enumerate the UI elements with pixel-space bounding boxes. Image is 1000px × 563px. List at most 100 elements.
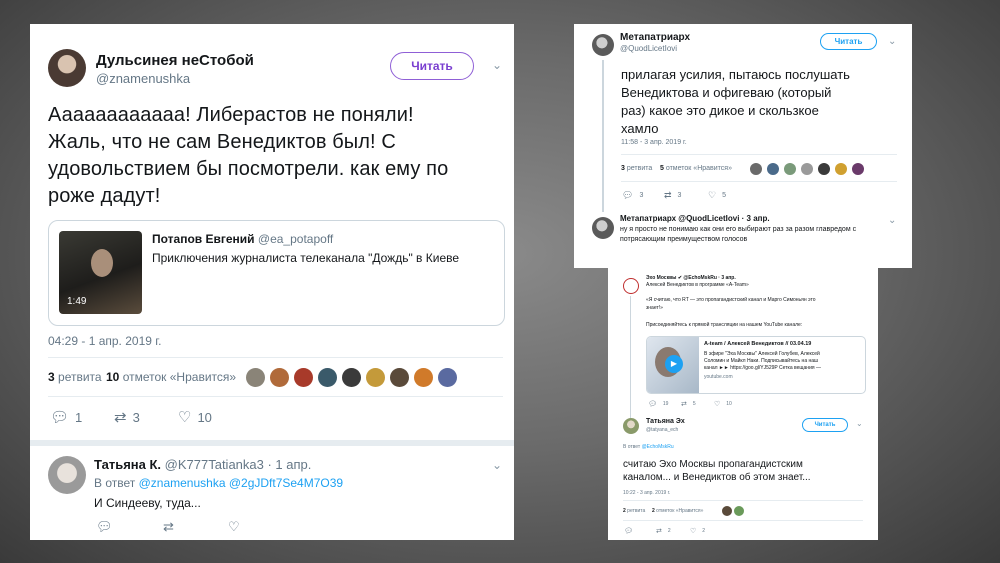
- author-handle[interactable]: @znamenushka: [96, 71, 190, 86]
- card-title: A-team / Алексей Венедиктов // 03.04.19: [704, 341, 812, 347]
- chevron-down-icon[interactable]: ⌄: [856, 419, 863, 428]
- author-avatar[interactable]: [623, 418, 639, 434]
- quoted-tweet[interactable]: 1:49 Потапов Евгений @ea_potapoff Приклю…: [48, 220, 505, 326]
- retweet-icon: ⇄: [114, 409, 127, 426]
- retweet-label: ретвита: [58, 370, 102, 384]
- tweet-text-line: Жаль, что не сам Венедиктов был! С: [48, 131, 396, 153]
- retweet-count: 3: [621, 165, 625, 172]
- tweet-timestamp[interactable]: 11:58 - 3 апр. 2019 г.: [621, 139, 687, 146]
- like-stats[interactable]: 2 отметок «Нравится»: [652, 508, 703, 514]
- follow-button[interactable]: Читать: [390, 52, 474, 80]
- reply-author-avatar[interactable]: [592, 217, 614, 239]
- retweet-stats[interactable]: 2 ретвита: [623, 508, 645, 514]
- tweet-timestamp[interactable]: 10:22 - 3 апр. 2019 г.: [623, 490, 670, 496]
- in-reply-to-link[interactable]: @znamenushka @2gJDft7Se4M7O39: [139, 476, 343, 490]
- like-label: отметок «Нравится»: [122, 370, 237, 384]
- like-button[interactable]: ♡ 2: [690, 527, 705, 535]
- retweet-button[interactable]: ⇄ 3: [664, 190, 681, 201]
- in-reply-prefix: В ответ: [94, 476, 136, 490]
- original-retweet-button[interactable]: ⇄ 5: [681, 400, 696, 408]
- play-icon[interactable]: ▶: [665, 355, 683, 373]
- original-like-button[interactable]: ♡ 10: [714, 400, 732, 408]
- video-thumbnail[interactable]: ▶: [647, 337, 699, 393]
- reply-button[interactable]: 💬︎ 3: [622, 190, 643, 201]
- like-action-count: 5: [722, 192, 726, 199]
- original-tweet-header[interactable]: Эхо Москвы ✔ @EchoMskRu · 3 апр.: [646, 275, 736, 281]
- like-stats[interactable]: 10 отметок «Нравится»: [106, 370, 236, 384]
- follow-button[interactable]: Читать: [820, 33, 877, 50]
- retweet-count: 3: [48, 370, 55, 384]
- like-count: 10: [106, 370, 120, 384]
- reply-count: 1: [75, 409, 83, 425]
- video-thumbnail[interactable]: 1:49: [59, 231, 142, 314]
- tweet-timestamp[interactable]: 04:29 - 1 апр. 2019 г.: [48, 334, 162, 348]
- heart-icon: ♡: [178, 409, 192, 426]
- retweet-icon: ⇄: [681, 401, 687, 408]
- chevron-down-icon[interactable]: ⌄: [888, 36, 896, 47]
- retweet-stats[interactable]: 3 ретвита: [621, 165, 652, 172]
- reply-author-name[interactable]: Татьяна К.: [94, 457, 161, 472]
- thread-line: [630, 296, 631, 418]
- tweet-text-line: раз) какое это дикое и скользкое: [621, 103, 819, 118]
- like-action-count: 10: [197, 409, 212, 425]
- liker-avatars[interactable]: [750, 163, 869, 175]
- retweet-action-count: 3: [132, 409, 140, 425]
- retweet-label: ретвита: [627, 508, 646, 514]
- quote-author-name: Потапов Евгений: [152, 232, 255, 246]
- tweet-text-line: считаю Эхо Москвы пропагандистским: [623, 459, 803, 470]
- author-avatar[interactable]: [48, 49, 86, 87]
- in-reply-prefix: В ответ: [623, 444, 641, 450]
- reply-text-line: ну я просто не понимаю как они его выбир…: [620, 226, 857, 233]
- reply-author-handle[interactable]: @K777Tatianka3 · 1 апр.: [165, 457, 312, 472]
- like-action-count: 2: [702, 528, 706, 534]
- author-name[interactable]: Татьяна Эх: [646, 418, 685, 425]
- reply-action-heart-icon[interactable]: ♡: [228, 519, 240, 535]
- right-bottom-tweet-card: Эхо Москвы ✔ @EchoMskRu · 3 апр. Алексей…: [608, 268, 878, 540]
- heart-icon: ♡: [708, 190, 717, 200]
- like-button[interactable]: ♡ 10: [178, 408, 212, 426]
- echo-logo-avatar[interactable]: [623, 278, 639, 294]
- reply-header[interactable]: Метапатриарх @QuodLicetIovi · 3 апр.: [620, 214, 770, 223]
- retweet-button[interactable]: ⇄ 2: [656, 527, 671, 535]
- retweet-icon: ⇄: [656, 528, 662, 535]
- author-name[interactable]: Метапатриарх: [620, 32, 690, 43]
- liker-avatars[interactable]: [246, 368, 462, 387]
- retweet-count: 2: [623, 508, 626, 514]
- youtube-link-card[interactable]: ▶ A-team / Алексей Венедиктов // 03.04.1…: [646, 336, 866, 394]
- original-tweet-quote: знает!»: [646, 305, 663, 311]
- original-tweet-line: Присоединяйтесь к прямой трансляции на н…: [646, 322, 803, 328]
- heart-icon: ♡: [690, 528, 697, 535]
- like-stats[interactable]: 5 отметок «Нравится»: [660, 165, 732, 172]
- reply-text-line: потрясающим преимуществом голосов: [620, 236, 748, 243]
- original-reply-button[interactable]: 💬︎ 19: [648, 400, 668, 408]
- original-tweet-line: Алексей Венедиктов в программе «А-Team»: [646, 282, 749, 288]
- retweet-action-count: 3: [677, 192, 682, 199]
- tweet-text-line: Венедиктова и офигеваю (который: [621, 85, 832, 100]
- author-avatar[interactable]: [592, 34, 614, 56]
- retweet-button[interactable]: ⇄ 3: [114, 408, 140, 426]
- chevron-down-icon[interactable]: ⌄: [492, 58, 502, 72]
- reply-button[interactable]: 💬︎ 1: [50, 408, 82, 426]
- retweet-stats[interactable]: 3 ретвита: [48, 370, 102, 384]
- reply-icon[interactable]: 💬︎: [624, 527, 633, 535]
- chevron-down-icon[interactable]: ⌄: [888, 215, 896, 226]
- author-name[interactable]: Дульсинея неСтобой: [96, 52, 254, 69]
- reply-action-retweet-icon[interactable]: ⇄: [163, 519, 174, 535]
- reply-icon: 💬︎: [622, 190, 634, 200]
- liker-avatars[interactable]: [722, 506, 749, 516]
- tweet-text-line: хамло: [621, 121, 659, 136]
- like-action-count: 10: [726, 401, 732, 407]
- follow-button[interactable]: Читать: [802, 418, 848, 432]
- author-handle[interactable]: @tatyana_ech: [646, 427, 678, 433]
- retweet-action-count: 2: [667, 528, 671, 534]
- author-handle[interactable]: @QuodLicetIovi: [620, 44, 677, 53]
- in-reply-to-link[interactable]: @EchoMskRu: [642, 444, 674, 450]
- quote-author-handle: @ea_potapoff: [257, 232, 334, 246]
- reply-action-reply-icon[interactable]: 💬︎: [96, 519, 113, 535]
- card-description: Соломин и Майкл Наки. Подписывайтесь на …: [704, 358, 819, 364]
- tweet-text-line: Аааааааааааа! Либерастов не поняли!: [48, 104, 414, 126]
- chevron-down-icon[interactable]: ⌄: [492, 458, 502, 472]
- reply-author-avatar[interactable]: [48, 456, 86, 494]
- like-button[interactable]: ♡ 5: [708, 190, 726, 201]
- right-top-tweet-card: Метапатриарх @QuodLicetIovi Читать ⌄ при…: [574, 24, 912, 268]
